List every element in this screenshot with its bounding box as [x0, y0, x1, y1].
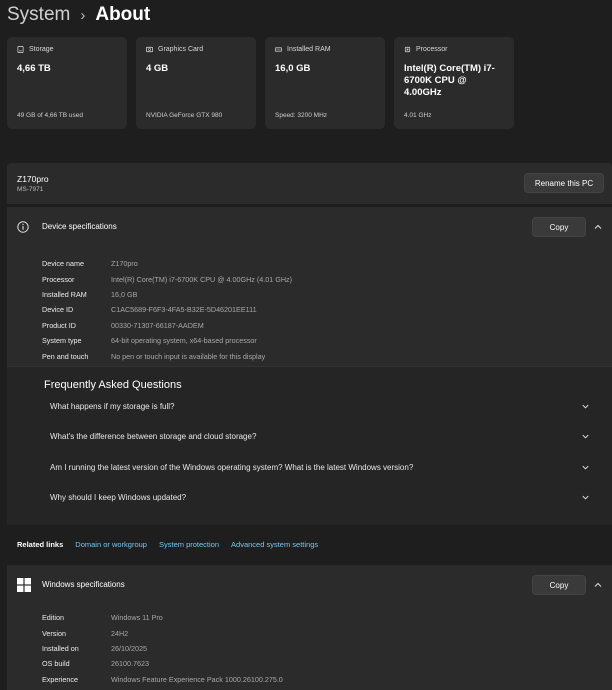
storage-card-label: Storage [29, 46, 54, 53]
copy-windows-specs-button[interactable]: Copy [532, 575, 586, 595]
spec-label: Processor [42, 274, 75, 284]
processor-icon [404, 46, 411, 53]
graphics-card-icon [146, 46, 153, 53]
processor-card-value: Intel(R) Core(TM) i7-6700K CPU @ 4.00GHz [404, 63, 495, 98]
faq-question: What's the difference between storage an… [50, 431, 257, 441]
faq-item[interactable]: Why should I keep Windows updated? [50, 487, 590, 507]
spec-row: Installed RAM 16,0 GB [42, 287, 292, 302]
chevron-down-icon [582, 404, 589, 409]
spec-row: Device ID C1AC5689-F6F3-4FA5-B32E-5D46201… [42, 302, 292, 317]
ram-card-value: 16,0 GB [275, 63, 311, 74]
windows-specifications-title: Windows specifications [42, 580, 125, 589]
device-specifications-panel: Device specifications Copy Device name Z1… [7, 207, 612, 525]
spec-label: Experience [42, 674, 78, 684]
faq-item[interactable]: What happens if my storage is full? [50, 396, 590, 416]
chevron-down-icon [582, 434, 589, 439]
storage-icon [17, 46, 24, 53]
spec-label: Installed on [42, 643, 79, 653]
rename-pc-button[interactable]: Rename this PC [524, 173, 604, 193]
graphics-card-card[interactable]: Graphics Card 4 GB NVIDIA GeForce GTX 98… [136, 37, 256, 129]
spec-label: OS build [42, 659, 70, 669]
faq-item[interactable]: Am I running the latest version of the W… [50, 457, 590, 477]
ram-card-sub: Speed: 3200 MHz [275, 112, 328, 119]
device-specifications-header[interactable]: Device specifications Copy [7, 207, 612, 247]
advanced-system-settings-link[interactable]: Advanced system settings [231, 540, 318, 549]
spec-row: Processor Intel(R) Core(TM) i7-6700K CPU … [42, 271, 292, 286]
hardware-summary-cards: Storage 4,66 TB 49 GB of 4,66 TB used Gr… [7, 37, 514, 129]
pc-name: Z170pro [17, 174, 49, 184]
info-icon [17, 221, 29, 233]
spec-value: Intel(R) Core(TM) i7-6700K CPU @ 4.00GHz… [111, 274, 293, 284]
spec-value: 16,0 GB [111, 289, 138, 299]
spec-row: Edition Windows 11 Pro [42, 610, 283, 625]
system-protection-link[interactable]: System protection [159, 540, 219, 549]
spec-value: 24H2 [111, 628, 129, 638]
faq-question: Why should I keep Windows updated? [50, 492, 187, 502]
chevron-down-icon [582, 465, 589, 470]
ram-icon [275, 47, 282, 52]
spec-row: System type 64-bit operating system, x64-… [42, 333, 292, 348]
page-title: About [95, 4, 151, 25]
graphics-card-sub: NVIDIA GeForce GTX 980 [146, 112, 223, 119]
windows-specifications-panel: Windows specifications Copy Edition Windo… [7, 565, 612, 690]
chevron-down-icon [582, 495, 589, 500]
faq-question: What happens if my storage is full? [50, 401, 175, 411]
chevron-up-icon[interactable] [593, 222, 603, 232]
spec-label: Device name [42, 259, 84, 269]
spec-row: Version 24H2 [42, 625, 283, 640]
processor-card-label: Processor [416, 46, 448, 53]
spec-value: 64-bit operating system, x64-based proce… [111, 336, 257, 346]
spec-label: System type [42, 336, 82, 346]
spec-label: Product ID [42, 320, 76, 330]
faq-item[interactable]: What's the difference between storage an… [50, 426, 590, 446]
domain-workgroup-link[interactable]: Domain or workgroup [75, 540, 147, 549]
storage-card-value: 4,66 TB [17, 63, 51, 74]
spec-value: C1AC5689-F6F3-4FA5-B32E-5D46201EE111 [111, 305, 257, 315]
spec-row: Pen and touch No pen or touch input is av… [42, 348, 292, 363]
spec-row: OS build 26100.7623 [42, 656, 283, 671]
spec-label: Version [42, 628, 66, 638]
storage-card[interactable]: Storage 4,66 TB 49 GB of 4,66 TB used [7, 37, 127, 129]
spec-row: Product ID 00330-71307-66187-AADEM [42, 318, 292, 333]
spec-label: Pen and touch [42, 351, 89, 361]
storage-card-sub: 49 GB of 4,66 TB used [17, 112, 84, 119]
faq-section: Frequently Asked Questions What happens … [7, 366, 612, 525]
processor-card[interactable]: Processor Intel(R) Core(TM) i7-6700K CPU… [394, 37, 514, 129]
spec-row: Experience Windows Feature Experience Pac… [42, 672, 283, 687]
spec-value: 26100.7623 [111, 659, 149, 669]
spec-value: Windows Feature Experience Pack 1000.261… [111, 674, 283, 684]
chevron-up-icon[interactable] [593, 580, 603, 590]
windows-logo-icon [17, 578, 31, 592]
processor-card-sub: 4.01 GHz [404, 112, 432, 119]
faq-title: Frequently Asked Questions [44, 379, 182, 391]
breadcrumb-system-link[interactable]: System [7, 4, 70, 26]
device-specs-list: Device name Z170pro Processor Intel(R) Cor… [42, 256, 292, 364]
spec-value: No pen or touch input is available for t… [111, 351, 266, 361]
spec-label: Device ID [42, 305, 74, 315]
related-links-label: Related links [17, 539, 64, 549]
related-links: Related links Domain or workgroup System… [7, 529, 612, 559]
copy-device-specs-button[interactable]: Copy [532, 217, 586, 237]
spec-label: Edition [42, 613, 64, 623]
spec-row: Device name Z170pro [42, 256, 292, 271]
faq-question: Am I running the latest version of the W… [50, 462, 414, 472]
pc-model: MS-7971 [17, 186, 44, 193]
ram-card[interactable]: Installed RAM 16,0 GB Speed: 3200 MHz [265, 37, 385, 129]
spec-value: Windows 11 Pro [111, 613, 163, 623]
spec-value: Z170pro [111, 259, 138, 269]
graphics-card-label: Graphics Card [158, 46, 204, 53]
graphics-card-value: 4 GB [146, 63, 169, 74]
spec-row: Installed on 26/10/2025 [42, 641, 283, 656]
device-specifications-title: Device specifications [42, 222, 117, 231]
spec-value: 00330-71307-66187-AADEM [111, 320, 204, 330]
spec-value: 26/10/2025 [111, 643, 147, 653]
breadcrumb-separator: › [80, 6, 86, 24]
spec-label: Installed RAM [42, 289, 87, 299]
breadcrumb: System › About [7, 2, 150, 28]
windows-specifications-header[interactable]: Windows specifications Copy [7, 565, 612, 605]
pc-name-panel: Z170pro MS-7971 Rename this PC [7, 163, 612, 204]
ram-card-label: Installed RAM [287, 46, 331, 53]
windows-specs-list: Edition Windows 11 Pro Version 24H2 Instal… [42, 610, 283, 687]
